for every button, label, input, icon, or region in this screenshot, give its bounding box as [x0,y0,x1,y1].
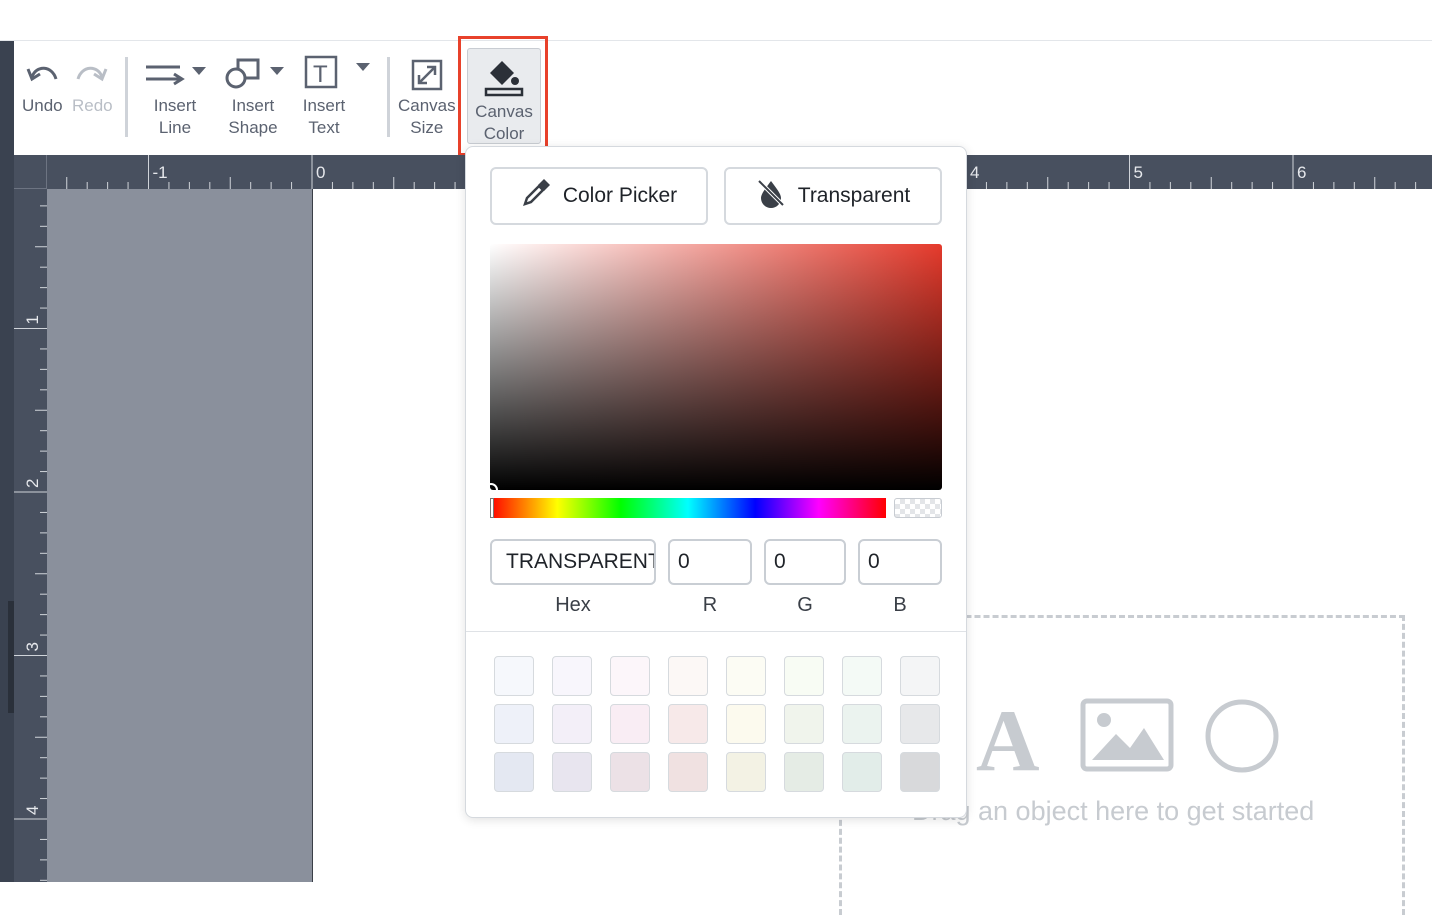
undo-button[interactable]: Undo [22,51,63,117]
image-object-icon [1080,698,1174,779]
redo-button[interactable]: Redo [72,51,113,117]
svg-text:A: A [976,698,1040,778]
insert-shape-icon [218,51,288,95]
color-swatch[interactable] [668,704,708,744]
ruler-label: 6 [1297,163,1306,182]
b-input[interactable]: 0 [858,539,942,585]
popover-divider [466,631,966,632]
g-label: G [797,594,813,616]
hex-input[interactable]: TRANSPARENT [490,539,656,585]
transparent-button[interactable]: Transparent [724,167,942,225]
ruler-label: 5 [1134,163,1143,182]
color-swatch[interactable] [900,656,940,696]
text-object-icon: A [970,693,1050,790]
color-swatch[interactable] [784,752,824,792]
ruler-label: 4 [970,163,979,182]
r-input[interactable]: 0 [668,539,752,585]
color-swatch[interactable] [668,656,708,696]
g-input[interactable]: 0 [764,539,846,585]
color-picker-button-label: Color Picker [562,184,678,207]
undo-icon [22,51,62,95]
insert-shape-button[interactable]: Insert Shape [218,51,288,139]
canvas-color-button[interactable]: Canvas Color [467,48,541,144]
vertical-ruler: 1 2 3 4 [14,189,47,882]
ruler-label: 4 [23,806,42,815]
hue-slider-handle[interactable] [490,498,494,518]
color-swatch[interactable] [552,656,592,696]
color-swatch[interactable] [552,752,592,792]
undo-label: Undo [22,96,63,115]
color-swatch[interactable] [784,656,824,696]
hex-label: Hex [555,594,591,616]
color-swatch[interactable] [494,656,534,696]
ruler-label: -1 [153,163,168,182]
color-swatch[interactable] [610,752,650,792]
ruler-label: 1 [23,315,42,324]
color-swatch[interactable] [842,752,882,792]
insert-line-label: Insert Line [153,96,197,137]
color-swatch[interactable] [842,656,882,696]
color-picker-button[interactable]: Color Picker [490,167,708,225]
color-swatch[interactable] [784,704,824,744]
no-fill-icon [756,178,786,214]
r-label: R [702,594,718,616]
canvas-size-button[interactable]: Canvas Size [398,51,456,139]
left-panel-edge [0,41,22,882]
insert-text-label: Insert Text [302,96,346,137]
ruler-corner [14,155,47,189]
insert-text-icon: T [296,51,376,95]
transparent-button-label: Transparent [797,184,911,207]
insert-line-icon [140,51,210,95]
color-swatch[interactable] [842,704,882,744]
insert-shape-label: Insert Shape [228,96,278,137]
color-swatch[interactable] [494,704,534,744]
color-picker-popover: Color Picker Transparent TRANSPARENT 0 0… [465,146,967,818]
toolbar-separator [387,57,390,137]
saturation-value-handle[interactable] [484,483,498,497]
color-swatch[interactable] [726,752,766,792]
ruler-label: 3 [23,642,42,651]
hue-slider[interactable] [490,498,886,518]
ruler-label: 0 [316,163,325,182]
color-swatch[interactable] [726,656,766,696]
shape-object-icon [1204,698,1280,779]
b-label: B [893,594,907,616]
workspace-margin [47,189,312,882]
eyedropper-icon [521,178,551,214]
drop-zone-hint: Drag an object here to get started [912,796,1315,826]
color-swatch[interactable] [900,752,940,792]
color-swatch[interactable] [726,704,766,744]
canvas-size-label: Canvas Size [398,96,456,137]
alpha-preview[interactable] [894,498,942,518]
insert-line-button[interactable]: Insert Line [140,51,210,139]
redo-icon [72,51,112,95]
saturation-value-area[interactable] [490,244,942,490]
color-swatch[interactable] [494,752,534,792]
color-swatch[interactable] [552,704,592,744]
canvas-size-icon [407,51,447,95]
color-swatch[interactable] [900,704,940,744]
svg-text:T: T [313,61,328,88]
toolbar: Undo Redo Insert Line Insert Shape T Ins… [14,41,1432,155]
toolbar-separator [125,57,128,137]
top-bar [0,0,1432,41]
color-swatch[interactable] [610,704,650,744]
color-swatch[interactable] [610,656,650,696]
ruler-label: 2 [23,479,42,488]
paint-bucket-icon [482,55,526,104]
redo-label: Redo [72,96,113,115]
canvas-color-label: Canvas Color [475,102,533,143]
color-swatch[interactable] [668,752,708,792]
vertical-ruler-ticks: 1 2 3 4 [14,205,47,881]
insert-text-button[interactable]: T Insert Text [296,51,376,139]
